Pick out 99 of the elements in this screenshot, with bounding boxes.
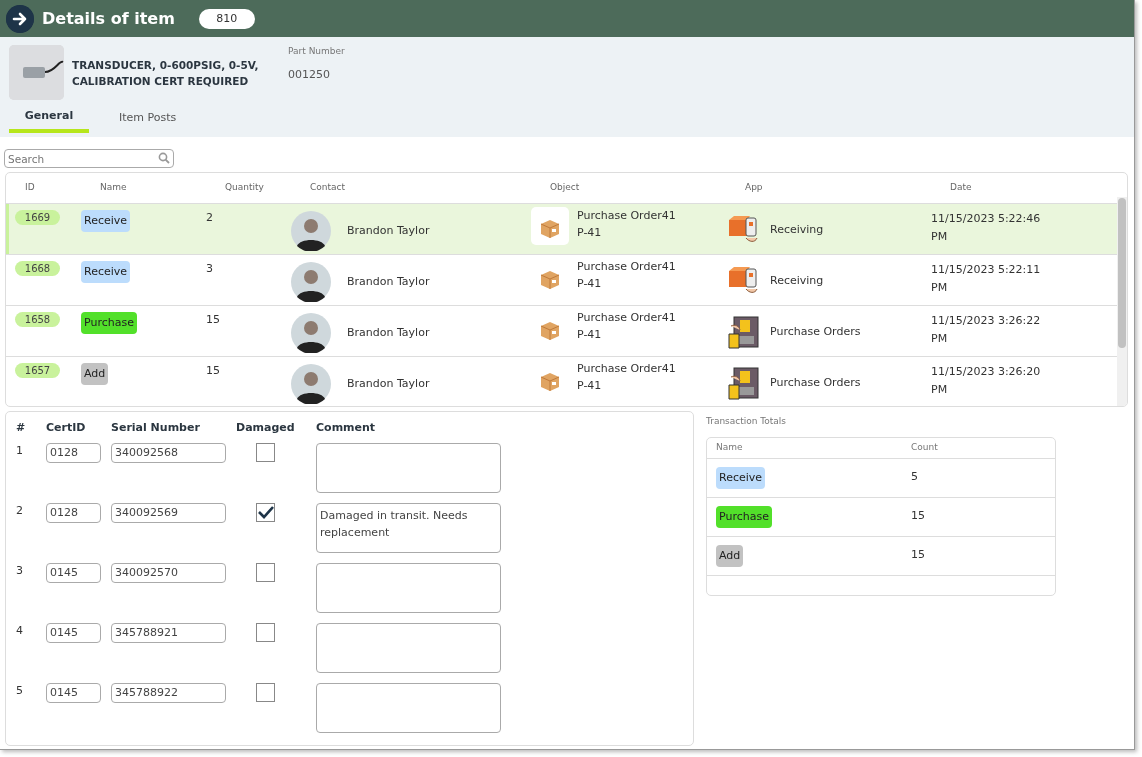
serial-number-field[interactable]: 345788921 xyxy=(111,622,226,643)
id-badge: 1657 xyxy=(15,363,60,378)
table-row[interactable]: 1668 Receive 3 Brandon Taylor Purchase Order41 P-41 Receiving 11/15/2023 5:22:11 PM xyxy=(6,255,1117,306)
cert-id-field[interactable]: 0145 xyxy=(46,682,101,703)
object-name: Purchase Order41 xyxy=(577,259,676,275)
comment-field[interactable]: Damaged in transit. Needs replacement xyxy=(316,502,501,553)
scrollbar[interactable] xyxy=(1117,197,1127,406)
item-name: TRANSDUCER, 0-600PSIG, 0-5V, CALIBRATION CERT REQUIRED xyxy=(72,57,260,89)
transaction-type-tag: Receive xyxy=(716,466,766,489)
comment-field[interactable] xyxy=(316,562,501,613)
comment-field[interactable] xyxy=(316,682,501,733)
column-header: Count xyxy=(911,440,939,454)
serial-number-field[interactable]: 340092568 xyxy=(111,442,226,463)
damaged-checkbox[interactable] xyxy=(256,442,275,462)
contact-name: Brandon Taylor xyxy=(347,375,430,392)
count-text: 15 xyxy=(911,547,926,564)
page-title: Details of item xyxy=(42,7,175,30)
id-badge: 1668 xyxy=(15,261,60,276)
tab[interactable]: General xyxy=(9,104,89,133)
comment-field[interactable] xyxy=(316,622,501,673)
contact-name: Brandon Taylor xyxy=(347,222,430,239)
column-header: Quantity xyxy=(224,181,265,195)
contact-name: Brandon Taylor xyxy=(347,273,430,290)
damaged-checkbox[interactable] xyxy=(256,502,275,522)
cert-id-field[interactable]: 0145 xyxy=(46,562,101,583)
object-code: P-41 xyxy=(577,378,603,394)
transaction-type-tag: Purchase xyxy=(81,312,137,334)
vending-machine-icon xyxy=(726,365,762,401)
object-code: P-41 xyxy=(577,327,603,343)
section-title: Transaction Totals xyxy=(706,415,788,428)
id-badge: 1658 xyxy=(15,312,60,327)
column-header: ID xyxy=(24,181,36,195)
column-header: CertID xyxy=(46,420,87,436)
serial-number-field[interactable]: 340092570 xyxy=(111,562,226,583)
quantity-text: 2 xyxy=(206,211,213,224)
column-header: Name xyxy=(716,440,744,454)
search-field[interactable]: Search xyxy=(4,149,174,168)
damaged-checkbox[interactable] xyxy=(256,562,275,582)
row-number: 4 xyxy=(16,622,24,639)
tab[interactable]: Item Posts xyxy=(105,104,191,133)
column-header: Comment xyxy=(316,420,377,436)
object-name: Purchase Order41 xyxy=(577,208,676,224)
object-name: Purchase Order41 xyxy=(577,310,676,326)
count-text: 15 xyxy=(911,508,926,525)
app-name: Purchase Orders xyxy=(770,323,861,340)
serial-number-field[interactable]: 345788922 xyxy=(111,682,226,703)
transaction-type-tag: Add xyxy=(716,544,744,567)
column-header: Name xyxy=(99,181,128,195)
avatar-icon xyxy=(291,313,331,353)
app-name: Receiving xyxy=(770,272,824,289)
table-row[interactable]: 1657 Add 15 Brandon Taylor Purchase Order41 P-41 Purchase Orders 11/15/2023 3:26:20 PM xyxy=(6,357,1117,406)
row-number: 5 xyxy=(16,682,24,699)
avatar-icon xyxy=(291,262,331,302)
date-text: 11/15/2023 5:22:11 PM xyxy=(931,262,1042,296)
column-header: Date xyxy=(949,181,973,195)
cert-id-field[interactable]: 0145 xyxy=(46,622,101,643)
transaction-type-tag: Receive xyxy=(81,261,131,283)
date-text: 11/15/2023 3:26:22 PM xyxy=(931,313,1042,347)
avatar-icon xyxy=(291,364,331,404)
object-code: P-41 xyxy=(577,225,603,241)
object-name: Purchase Order41 xyxy=(577,361,676,377)
quantity-text: 15 xyxy=(206,364,220,377)
transaction-type-tag: Receive xyxy=(81,210,131,232)
id-badge: 1669 xyxy=(15,210,60,225)
transaction-type-tag: Purchase xyxy=(716,505,772,528)
quantity-text: 3 xyxy=(206,262,213,275)
avatar-icon xyxy=(291,211,331,251)
column-header: Damaged xyxy=(236,420,296,436)
vending-machine-icon xyxy=(726,314,762,350)
table-row[interactable]: 1669 Receive 2 Brandon Taylor Purchase Order41 P-41 Receiving 11/15/2023 5:22:46 PM xyxy=(6,204,1117,255)
object-code: P-41 xyxy=(577,276,603,292)
transaction-type-tag: Add xyxy=(81,363,109,385)
count-text: 5 xyxy=(911,469,919,486)
part-number: 001250 xyxy=(288,66,331,83)
column-header: App xyxy=(744,181,764,195)
date-text: 11/15/2023 5:22:46 PM xyxy=(931,211,1042,245)
column-header: Object xyxy=(549,181,581,195)
quantity-text: 15 xyxy=(206,313,220,326)
cert-id-field[interactable]: 0128 xyxy=(46,442,101,463)
search-icon[interactable] xyxy=(158,152,170,164)
serial-number-field[interactable]: 340092569 xyxy=(111,502,226,523)
damaged-checkbox[interactable] xyxy=(256,682,275,702)
field-label: Part Number xyxy=(288,45,345,58)
contact-name: Brandon Taylor xyxy=(347,324,430,341)
date-text: 11/15/2023 3:26:20 PM xyxy=(931,364,1042,398)
arrow-right-icon[interactable] xyxy=(6,4,34,33)
item-count: 810 xyxy=(198,8,255,29)
app-name: Purchase Orders xyxy=(770,374,861,391)
cert-id-field[interactable]: 0128 xyxy=(46,502,101,523)
column-header: Contact xyxy=(309,181,346,195)
comment-field[interactable] xyxy=(316,442,501,493)
column-header: Serial Number xyxy=(111,420,201,436)
app-name: Receiving xyxy=(770,221,824,238)
column-header: # xyxy=(16,420,27,436)
row-number: 3 xyxy=(16,562,24,579)
row-number: 1 xyxy=(16,442,24,459)
row-number: 2 xyxy=(16,502,24,519)
damaged-checkbox[interactable] xyxy=(256,622,275,642)
table-row[interactable]: 1658 Purchase 15 Brandon Taylor Purchase Order41 P-41 Purchase Orders 11/15/2023 3:26:22 PM xyxy=(6,306,1117,357)
